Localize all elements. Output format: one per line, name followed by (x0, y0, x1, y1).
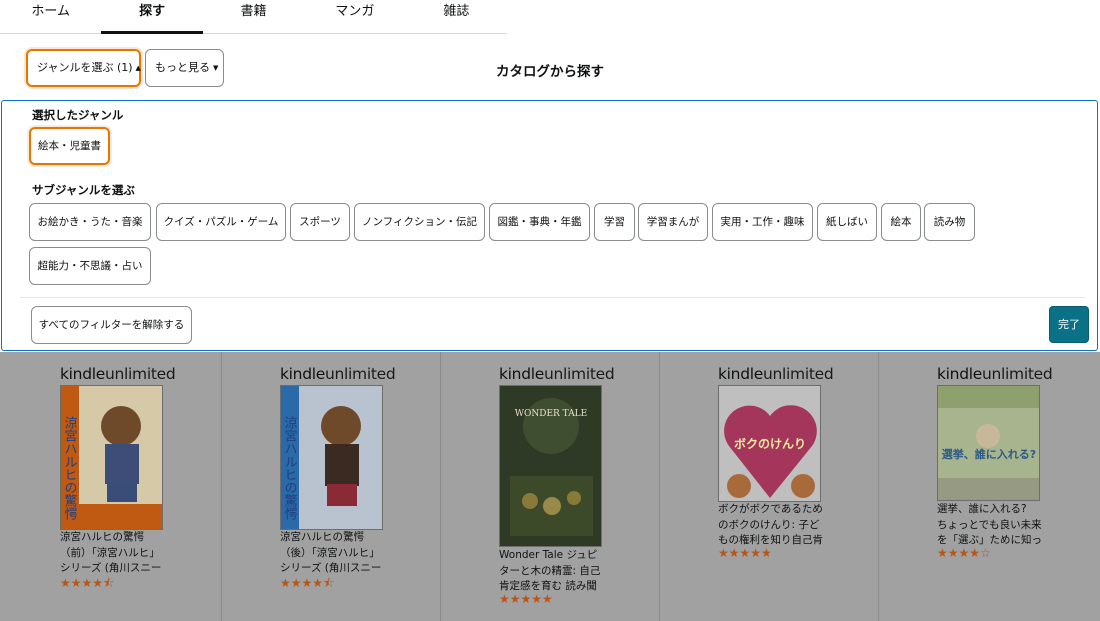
book-title[interactable]: ボクがボクであるため のボクのけんり: 子ど もの権利を知り自己肯 (718, 502, 843, 549)
catalog-title: カタログから探す (496, 64, 604, 80)
subgenre-chip[interactable]: 学習まんが (638, 203, 708, 241)
done-button[interactable]: 完了 (1049, 306, 1089, 343)
kindle-unlimited-logo: kindleunlimited (280, 365, 396, 383)
tab-home[interactable]: ホーム (0, 0, 101, 33)
cover-title-text: 涼宮ハルヒの驚愕 (62, 416, 78, 520)
book-card[interactable]: kindleunlimited 選挙、誰に入れる? 選挙、誰に入れる? ちょっと… (878, 352, 1100, 621)
cover-title-text: WONDER TALE (515, 409, 587, 419)
subgenre-chip[interactable]: 紙しばい (817, 203, 877, 241)
tab-browse[interactable]: 探す (101, 0, 203, 34)
book-card[interactable]: kindleunlimited WONDER TALE Wonder Tale … (440, 352, 659, 621)
tab-books[interactable]: 書籍 (203, 0, 304, 33)
genre-dropdown-button[interactable]: ジャンルを選ぶ (1) ▲ (26, 49, 141, 87)
book-cover[interactable]: 涼宮ハルヒの驚愕 (60, 385, 163, 530)
book-cover[interactable]: WONDER TALE (499, 385, 602, 547)
star-rating: ★★★★⯪ (60, 576, 115, 590)
subgenre-chip[interactable]: 読み物 (924, 203, 975, 241)
kindle-unlimited-logo: kindleunlimited (60, 365, 176, 383)
book-title[interactable]: 涼宮ハルヒの驚愕 （後）「涼宮ハルヒ」 シリーズ (角川スニー (280, 530, 405, 577)
cover-title-text: ボクのけんり (734, 436, 806, 451)
genre-filter-panel: 選択したジャンル 絵本・児童書 サブジャンルを選ぶ お絵かき・うた・音楽 クイズ… (1, 100, 1098, 351)
subgenre-chip[interactable]: 絵本 (881, 203, 921, 241)
star-rating: ★★★★☆ (937, 546, 991, 560)
tab-manga[interactable]: マンガ (304, 0, 405, 33)
subgenre-chip[interactable]: スポーツ (290, 203, 350, 241)
subgenre-chip[interactable]: ノンフィクション・伝記 (354, 203, 485, 241)
star-rating: ★★★★★ (499, 592, 553, 606)
more-dropdown-button[interactable]: もっと見る ▼ (145, 49, 224, 87)
subgenre-chip[interactable]: お絵かき・うた・音楽 (29, 203, 151, 241)
subgenre-chip[interactable]: 図鑑・事典・年鑑 (489, 203, 590, 241)
book-cover[interactable]: ボクのけんり (718, 385, 821, 502)
subgenre-heading: サブジャンルを選ぶ (32, 183, 135, 197)
kindle-unlimited-logo: kindleunlimited (499, 365, 615, 383)
results-grid: kindleunlimited 涼宮ハルヒの驚愕 涼宮ハルヒの驚愕 （前）「涼宮… (0, 352, 1100, 621)
book-title[interactable]: 選挙、誰に入れる? ちょっとでも良い未来 を「選ぶ」ために知っ (937, 502, 1062, 549)
top-nav-tabs: ホーム 探す 書籍 マンガ 雑誌 (0, 0, 507, 34)
cover-title-text: 涼宮ハルヒの驚愕 (282, 416, 298, 520)
subgenre-chip[interactable]: 超能力・不思議・占い (29, 247, 151, 285)
selected-genre-chip[interactable]: 絵本・児童書 (29, 127, 110, 165)
subgenre-chip[interactable]: クイズ・パズル・ゲーム (156, 203, 286, 241)
caret-down-icon: ▼ (213, 64, 219, 72)
subgenre-chip[interactable]: 学習 (594, 203, 635, 241)
kindle-unlimited-logo: kindleunlimited (718, 365, 834, 383)
book-title[interactable]: 涼宮ハルヒの驚愕 （前）「涼宮ハルヒ」 シリーズ (角川スニー (60, 530, 185, 577)
caret-up-icon: ▲ (135, 64, 141, 72)
book-card[interactable]: kindleunlimited ボクのけんり ボクがボクであるため のボクのけん… (659, 352, 878, 621)
panel-divider (20, 297, 1085, 298)
clear-all-filters-button[interactable]: すべてのフィルターを解除する (31, 306, 192, 344)
more-dropdown-label: もっと見る (155, 61, 210, 74)
filter-row: ジャンルを選ぶ (1) ▲ もっと見る ▼ カタログから探す (0, 34, 1100, 100)
star-rating: ★★★★★ (718, 546, 772, 560)
star-rating: ★★★★⯪ (280, 576, 335, 590)
selected-genre-heading: 選択したジャンル (32, 108, 124, 122)
tab-magazines[interactable]: 雑誌 (406, 0, 507, 33)
kindle-unlimited-logo: kindleunlimited (937, 365, 1053, 383)
book-card[interactable]: kindleunlimited 涼宮ハルヒの驚愕 涼宮ハルヒの驚愕 （後）「涼宮… (221, 352, 440, 621)
subgenre-chip[interactable]: 実用・工作・趣味 (712, 203, 813, 241)
book-cover[interactable]: 涼宮ハルヒの驚愕 (280, 385, 383, 530)
book-card[interactable]: kindleunlimited 涼宮ハルヒの驚愕 涼宮ハルヒの驚愕 （前）「涼宮… (0, 352, 221, 621)
cover-title-text: 選挙、誰に入れる? (942, 447, 1036, 461)
book-cover[interactable]: 選挙、誰に入れる? (937, 385, 1040, 501)
genre-dropdown-label: ジャンルを選ぶ (1) (37, 61, 133, 74)
book-title[interactable]: Wonder Tale ジュピ ターと木の精霊: 自己 肯定感を育む 読み聞 (499, 548, 624, 595)
